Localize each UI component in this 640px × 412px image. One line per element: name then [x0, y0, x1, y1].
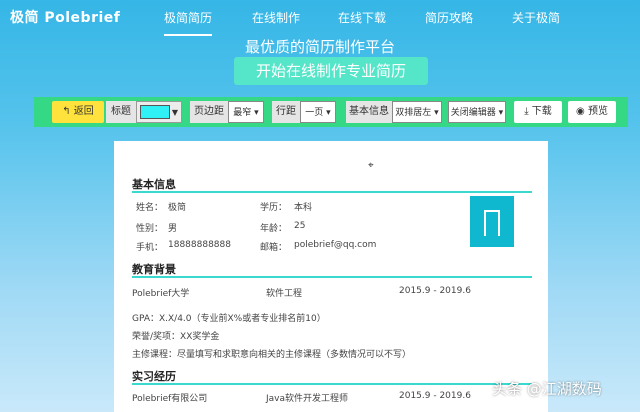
back-arrow-icon: ↰ — [62, 106, 71, 117]
line-spacing-select[interactable]: 一页 ▾ — [300, 101, 336, 123]
title-label: 标题 — [106, 101, 136, 123]
section-divider — [132, 383, 532, 385]
basic-info-layout-value: 双排居左 — [395, 108, 432, 118]
back-button-label: 返回 — [73, 106, 94, 117]
company-name: Polebrief有限公司 — [132, 394, 208, 404]
nav-item-tips[interactable]: 简历攻略 — [425, 9, 473, 26]
education-period: 2015.9 - 2019.6 — [399, 286, 471, 296]
line-spacing-label: 行距 — [272, 101, 300, 123]
phone-value: 18888888888 — [168, 240, 231, 250]
position-name: Java软件开发工程师 — [266, 394, 349, 404]
top-nav: 极简 Polebrief 极简简历 在线制作 在线下载 简历攻略 关于极简 — [0, 0, 640, 36]
margin-select-value: 最窄 — [233, 108, 252, 118]
chevron-down-icon: ▼ — [171, 108, 178, 117]
line-spacing-select-value: 一页 — [305, 108, 324, 118]
email-label: 邮箱： — [260, 243, 288, 253]
title-color-swatch — [140, 105, 170, 119]
education-section-title: 教育背景 — [132, 263, 176, 276]
courses-text: 主修课程：尽量填写和求职意向相关的主修课程（多数情况可以不写） — [132, 350, 412, 360]
preview-button[interactable]: ◉ 预览 — [568, 101, 616, 123]
watermark: 头条 @江湖数码 — [492, 380, 602, 398]
school-name: Polebrief大学 — [132, 289, 190, 299]
basic-info-section-title: 基本信息 — [132, 178, 176, 191]
caret-down-icon: ▾ — [326, 108, 331, 118]
download-button[interactable]: ⤓ 下载 — [514, 101, 562, 123]
title-color-picker[interactable]: ▼ — [136, 101, 182, 123]
headline: 最优质的简历制作平台 — [244, 38, 395, 56]
basic-info-layout-select[interactable]: 双排居左 ▾ — [392, 101, 442, 123]
nav-item-online-download[interactable]: 在线下载 — [338, 9, 386, 26]
preview-button-label: 预览 — [587, 106, 608, 117]
eye-icon: ◉ — [576, 106, 585, 117]
education-value: 本科 — [294, 203, 313, 213]
margin-select[interactable]: 最窄 ▾ — [228, 101, 264, 123]
margin-label: 页边距 — [190, 101, 228, 123]
name-value: 极简 — [168, 203, 187, 213]
education-label: 学历： — [260, 203, 288, 213]
editor-toolbar: ↰ 返回 标题 ▼ 页边距 最窄 ▾ 行距 一页 ▾ 基本信息 双排居左 ▾ 关… — [34, 97, 628, 127]
editor-toggle-select[interactable]: 关闭编辑器 ▾ — [448, 101, 506, 123]
download-icon: ⤓ — [524, 106, 529, 117]
editor-toggle-value: 关闭编辑器 — [450, 108, 496, 118]
door-icon — [484, 210, 500, 236]
basic-info-label: 基本信息 — [346, 101, 392, 123]
caret-down-icon: ▾ — [498, 108, 504, 118]
gender-label: 性别： — [136, 224, 164, 234]
name-label: 姓名： — [136, 203, 164, 213]
caret-down-icon: ▾ — [434, 108, 439, 118]
start-making-button[interactable]: 开始在线制作专业简历 — [234, 57, 428, 85]
resume-document[interactable]: 基本信息 姓名： 极简 学历： 本科 性别： 男 年龄： 25 手机： 1888… — [114, 141, 548, 412]
download-button-label: 下载 — [531, 106, 552, 117]
mouse-cursor-icon: ⌖ — [368, 160, 374, 171]
section-divider — [132, 276, 532, 278]
brand-logo[interactable]: 极简 Polebrief — [10, 7, 120, 27]
internship-period: 2015.9 - 2019.6 — [399, 391, 471, 401]
internship-section-title: 实习经历 — [132, 370, 176, 383]
nav-item-online-make[interactable]: 在线制作 — [252, 9, 300, 26]
back-button[interactable]: ↰ 返回 — [52, 101, 104, 123]
email-value: polebrief@qq.com — [294, 240, 377, 250]
major-name: 软件工程 — [266, 289, 303, 299]
phone-label: 手机： — [136, 243, 164, 253]
caret-down-icon: ▾ — [254, 108, 259, 118]
nav-item-about[interactable]: 关于极简 — [512, 9, 560, 26]
avatar-photo[interactable] — [470, 196, 514, 247]
nav-item-resume[interactable]: 极简简历 — [164, 9, 213, 36]
section-divider — [132, 191, 532, 193]
gpa-text: GPA：X.X/4.0（专业前X%或者专业排名前10） — [132, 314, 326, 324]
honors-text: 荣誉/奖项：XX奖学金 — [132, 332, 220, 342]
gender-value: 男 — [168, 224, 178, 234]
age-value: 25 — [294, 221, 306, 231]
age-label: 年龄： — [260, 224, 288, 234]
